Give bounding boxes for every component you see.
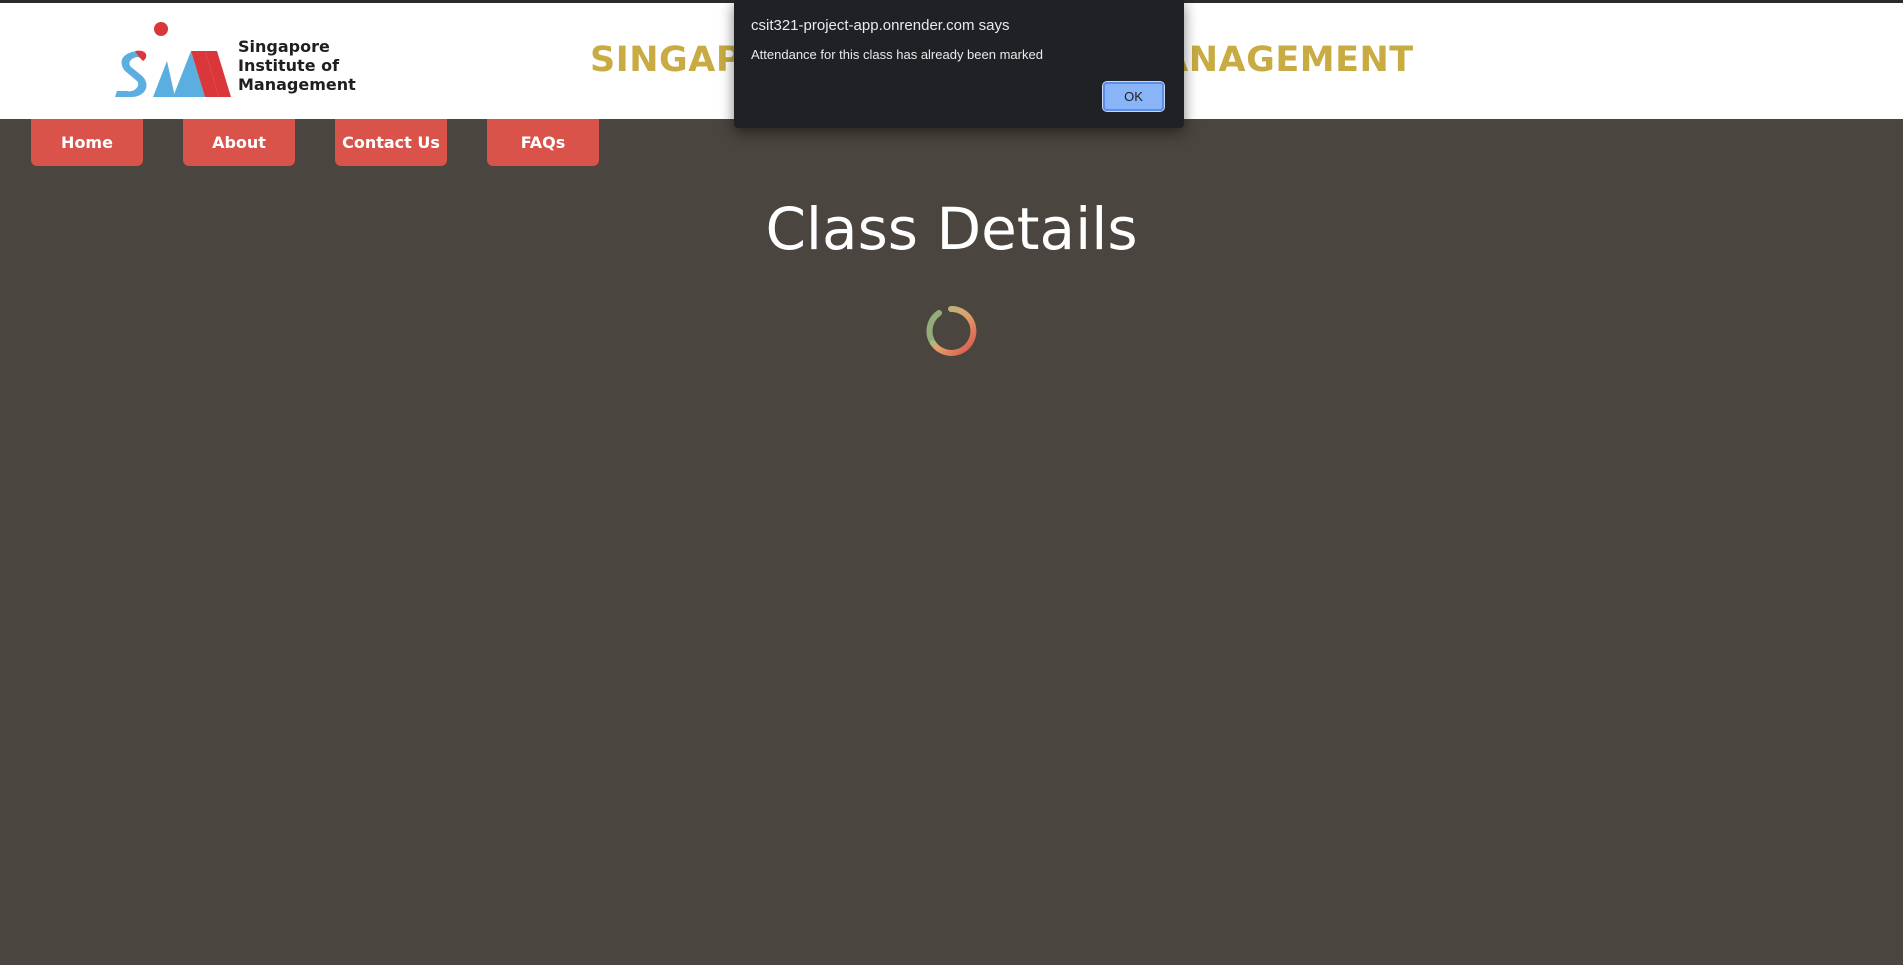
alert-dialog: csit321-project-app.onrender.com says At… [734, 0, 1184, 128]
logo-line: Singapore [238, 37, 330, 56]
sim-logo[interactable]: Singapore Institute of Management [113, 21, 356, 101]
dialog-title: csit321-project-app.onrender.com says [751, 17, 1010, 34]
loading-spinner-icon [926, 305, 977, 356]
sim-logo-icon [115, 22, 231, 97]
page-title: Class Details [765, 195, 1138, 263]
nav-about-button[interactable]: About [183, 119, 295, 166]
nav-contact-us-button[interactable]: Contact Us [335, 119, 447, 166]
logo-line: Management [238, 75, 356, 94]
dialog-ok-button[interactable]: OK [1102, 81, 1165, 112]
nav-home-button[interactable]: Home [31, 119, 143, 166]
logo-line: Institute of [238, 56, 340, 75]
nav-faqs-button[interactable]: FAQs [487, 119, 599, 166]
dialog-message: Attendance for this class has already be… [751, 47, 1043, 62]
logo-text: Singapore Institute of Management [238, 37, 368, 94]
